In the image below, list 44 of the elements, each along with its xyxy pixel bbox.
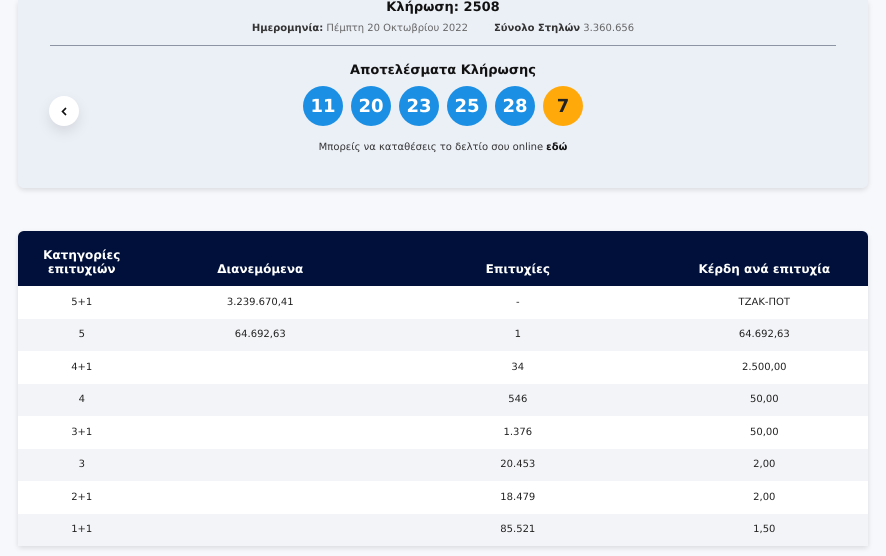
- table-cell-text: 5+1: [70, 296, 94, 308]
- table-cell-text: 4+1: [70, 362, 94, 373]
- table-cell-text: 20.453: [499, 459, 536, 470]
- column-header: Διανεμόμενα: [216, 262, 304, 278]
- table-cell-text: 3: [78, 459, 86, 470]
- results-heading: Αποτελέσματα Κλήρωσης: [350, 63, 536, 78]
- number-ball: 28: [495, 86, 535, 126]
- table-cell-text: 50,00: [748, 426, 780, 438]
- table-cell-text: 2+1: [70, 492, 94, 503]
- table-cell-text: 50,00: [748, 394, 780, 406]
- table-cell-text: 1,50: [752, 524, 776, 536]
- chevron-left-icon: [61, 106, 67, 116]
- table-cell-text: 85.521: [499, 524, 536, 536]
- number-ball: 11: [303, 86, 343, 126]
- table-cell-text: 1.376: [502, 426, 534, 438]
- table-cell-text: 18.479: [499, 492, 536, 503]
- table-cell-text: -: [514, 296, 521, 308]
- draw-title: Κλήρωση: 2508: [386, 0, 500, 15]
- number-ball: 23: [399, 86, 439, 126]
- draw-date: Ημερομηνία: Πέμπτη 20 Οκτωβρίου 2022: [252, 23, 468, 34]
- column-header: Κατηγορίες επιτυχιών: [42, 248, 122, 278]
- number-ball: 7: [543, 86, 583, 126]
- table-cell-text: 546: [507, 394, 528, 406]
- table-cell-text: 34: [510, 362, 526, 373]
- here-link[interactable]: εδώ: [546, 142, 568, 153]
- table-cell-text: 4: [78, 394, 86, 406]
- online-note: Μπορείς να καταθέσεις το δελτίο σου online: [318, 142, 544, 153]
- number-ball: 20: [351, 86, 391, 126]
- previous-button[interactable]: [49, 96, 79, 126]
- table-cell-text: 1+1: [70, 524, 94, 536]
- table-cell-text: 2,00: [752, 492, 776, 503]
- table-cell-text: 5: [78, 329, 86, 340]
- total-columns: Σύνολο Στηλών 3.360.656: [494, 23, 634, 34]
- number-ball: 25: [447, 86, 487, 126]
- table-cell-text: 3.239.670,41: [226, 296, 295, 308]
- table-cell-text: 2,00: [752, 459, 776, 470]
- table-cell-text: ΤΖΑΚ-ΠΟΤ: [738, 296, 792, 308]
- table-cell-text: 64.692,63: [738, 329, 791, 340]
- table-cell-text: 3+1: [70, 426, 94, 438]
- table-cell-text: 64.692,63: [234, 329, 287, 340]
- table-cell-text: 1: [514, 329, 522, 340]
- column-header: Επιτυχίες: [484, 262, 551, 278]
- column-header: Κέρδη ανά επιτυχία: [697, 262, 832, 278]
- table-cell-text: 2.500,00: [741, 362, 788, 373]
